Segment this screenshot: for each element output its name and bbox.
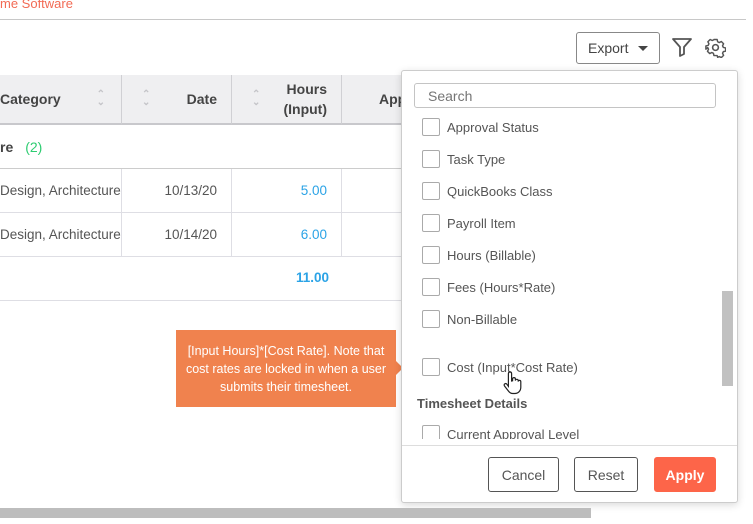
option-label: Approval Status — [447, 119, 539, 135]
total-row: 11.00 — [0, 257, 402, 301]
sort-icon[interactable]: ⌃ ⌄ — [97, 90, 105, 108]
group-row[interactable]: re (2) — [0, 125, 402, 169]
checkbox[interactable] — [422, 278, 440, 296]
header-label: Hours (Input) — [283, 81, 327, 117]
divider — [402, 445, 737, 446]
gear-icon[interactable] — [705, 37, 726, 58]
export-button[interactable]: Export — [576, 32, 660, 64]
column-option-non-billable[interactable]: Non-Billable — [422, 310, 517, 328]
horizontal-scrollbar[interactable] — [0, 508, 591, 518]
search-input[interactable] — [414, 83, 716, 108]
column-option-cost[interactable]: Cost (Input*Cost Rate) — [422, 358, 578, 376]
checkbox[interactable] — [422, 214, 440, 232]
caret-down-icon — [638, 45, 649, 51]
cell-date: 10/14/20 — [122, 213, 232, 257]
cancel-button[interactable]: Cancel — [488, 457, 559, 492]
total-hours: 11.00 — [295, 270, 329, 285]
column-option-quickbooks-class[interactable]: QuickBooks Class — [422, 182, 552, 200]
column-header-approval[interactable]: App — [342, 75, 406, 125]
apply-button[interactable]: Apply — [654, 457, 716, 492]
column-option-payroll-item[interactable]: Payroll Item — [422, 214, 516, 232]
group-label: re — [0, 138, 14, 155]
checkbox[interactable] — [422, 118, 440, 136]
column-option-current-approval-level[interactable]: Current Approval Level — [422, 425, 579, 439]
scrollbar-thumb[interactable] — [722, 291, 733, 386]
cell-approval — [342, 213, 402, 257]
brand-title: me Software — [0, 0, 73, 11]
cell-hours[interactable]: 6.00 — [232, 213, 342, 257]
option-label: Current Approval Level — [447, 426, 580, 440]
option-label: QuickBooks Class — [447, 183, 553, 199]
checkbox[interactable] — [422, 182, 440, 200]
header-label: Date — [186, 91, 217, 107]
column-header-hours[interactable]: ⌃ ⌄ Hours (Input) — [232, 75, 342, 125]
option-label: Payroll Item — [447, 215, 516, 231]
cell-hours[interactable]: 5.00 — [232, 169, 342, 213]
header-label: Category — [0, 91, 61, 107]
hand-cursor-icon — [503, 371, 522, 395]
checkbox[interactable] — [422, 246, 440, 264]
cell-category: Design, Architecture — [0, 213, 122, 257]
group-count-badge: (2) — [25, 138, 43, 155]
column-header-category[interactable]: Category ⌃ ⌄ — [0, 75, 122, 125]
section-heading: Timesheet Details — [417, 396, 528, 411]
checkbox[interactable] — [422, 425, 440, 439]
cell-date: 10/13/20 — [122, 169, 232, 213]
option-label: Fees (Hours*Rate) — [447, 279, 556, 295]
column-option-task-type[interactable]: Task Type — [422, 150, 505, 168]
tooltip: [Input Hours]*[Cost Rate]. Note that cos… — [176, 330, 396, 407]
divider — [0, 19, 746, 20]
export-label: Export — [588, 40, 629, 56]
sort-icon[interactable]: ⌃ ⌄ — [252, 90, 260, 108]
scrollbar[interactable] — [722, 109, 733, 439]
checkbox[interactable] — [422, 310, 440, 328]
filter-icon[interactable] — [671, 37, 693, 57]
column-list: Approval Status Task Type QuickBooks Cla… — [402, 109, 722, 439]
column-option-approval-status[interactable]: Approval Status — [422, 118, 539, 136]
reset-button[interactable]: Reset — [574, 457, 638, 492]
sort-icon[interactable]: ⌃ ⌄ — [142, 90, 150, 108]
option-label: Hours (Billable) — [447, 247, 536, 263]
checkbox[interactable] — [422, 150, 440, 168]
cell-category: Design, Architecture — [0, 169, 122, 213]
column-option-hours-billable[interactable]: Hours (Billable) — [422, 246, 536, 264]
cell-approval — [342, 169, 402, 213]
column-picker-panel: Approval Status Task Type QuickBooks Cla… — [401, 70, 738, 503]
option-label: Task Type — [447, 151, 506, 167]
column-header-date[interactable]: ⌃ ⌄ Date — [122, 75, 232, 125]
checkbox[interactable] — [422, 358, 440, 376]
option-label: Non-Billable — [447, 311, 518, 327]
column-option-fees[interactable]: Fees (Hours*Rate) — [422, 278, 555, 296]
